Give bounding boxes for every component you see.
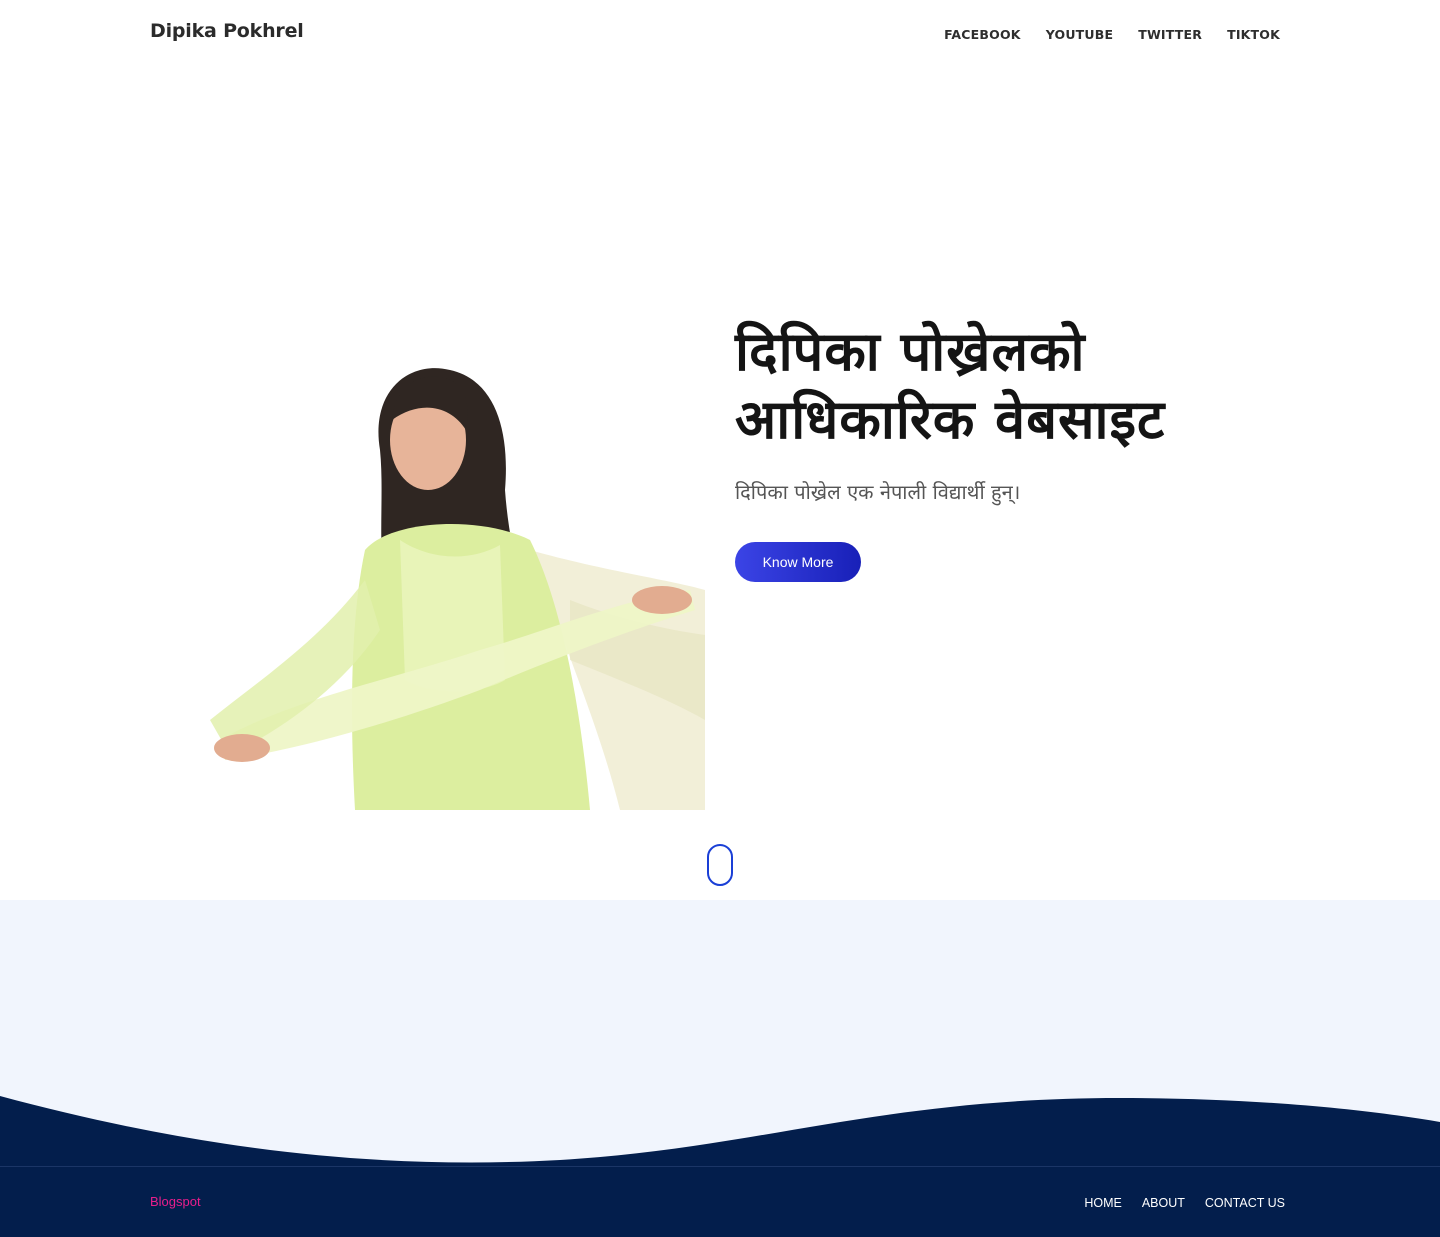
site-header: Dipika Pokhrel FACEBOOK YOUTUBE TWITTER … bbox=[0, 0, 1440, 66]
footer-link-home[interactable]: HOME bbox=[1084, 1196, 1122, 1210]
footer-nav-item-home: HOME bbox=[1084, 1194, 1122, 1212]
site-footer: Blogspot HOME ABOUT CONTACT US bbox=[0, 1166, 1440, 1237]
hero-title-line-2: आधिकारिक वेबसाइट bbox=[735, 388, 1166, 451]
nav-link-tiktok[interactable]: TIKTOK bbox=[1227, 27, 1280, 42]
scroll-down-icon[interactable] bbox=[707, 844, 733, 886]
nav-item-tiktok: TIKTOK bbox=[1227, 26, 1280, 44]
brand-logo[interactable]: Dipika Pokhrel bbox=[150, 20, 304, 42]
footer-nav-item-about: ABOUT bbox=[1142, 1194, 1185, 1212]
know-more-button[interactable]: Know More bbox=[735, 542, 861, 582]
footer-link-contact-us[interactable]: CONTACT US bbox=[1205, 1196, 1285, 1210]
footer-link-about[interactable]: ABOUT bbox=[1142, 1196, 1185, 1210]
nav-link-facebook[interactable]: FACEBOOK bbox=[944, 27, 1021, 42]
portrait-image bbox=[210, 368, 705, 810]
nav-link-twitter[interactable]: TWITTER bbox=[1138, 27, 1202, 42]
nav-item-youtube: YOUTUBE bbox=[1046, 26, 1114, 44]
hero-subtitle: दिपिका पोख्रेल एक नेपाली विद्यार्थी हुन्… bbox=[735, 480, 1021, 504]
hero-title: दिपिका पोख्रेलको आधिकारिक वेबसाइट bbox=[735, 318, 1295, 454]
hero-title-line-1: दिपिका पोख्रेलको bbox=[735, 320, 1086, 383]
footer-brand-link[interactable]: Blogspot bbox=[150, 1194, 201, 1209]
footer-nav: HOME ABOUT CONTACT US bbox=[1084, 1194, 1285, 1212]
nav-item-twitter: TWITTER bbox=[1138, 26, 1202, 44]
nav-item-facebook: FACEBOOK bbox=[944, 26, 1021, 44]
footer-nav-item-contact: CONTACT US bbox=[1205, 1194, 1285, 1212]
nav-link-youtube[interactable]: YOUTUBE bbox=[1046, 27, 1114, 42]
footer-wave-divider bbox=[0, 1096, 1440, 1170]
top-nav: FACEBOOK YOUTUBE TWITTER TIKTOK bbox=[944, 26, 1280, 44]
hero-content: दिपिका पोख्रेलको आधिकारिक वेबसाइट दिपिका… bbox=[735, 318, 1295, 582]
hero-portrait bbox=[150, 300, 705, 810]
